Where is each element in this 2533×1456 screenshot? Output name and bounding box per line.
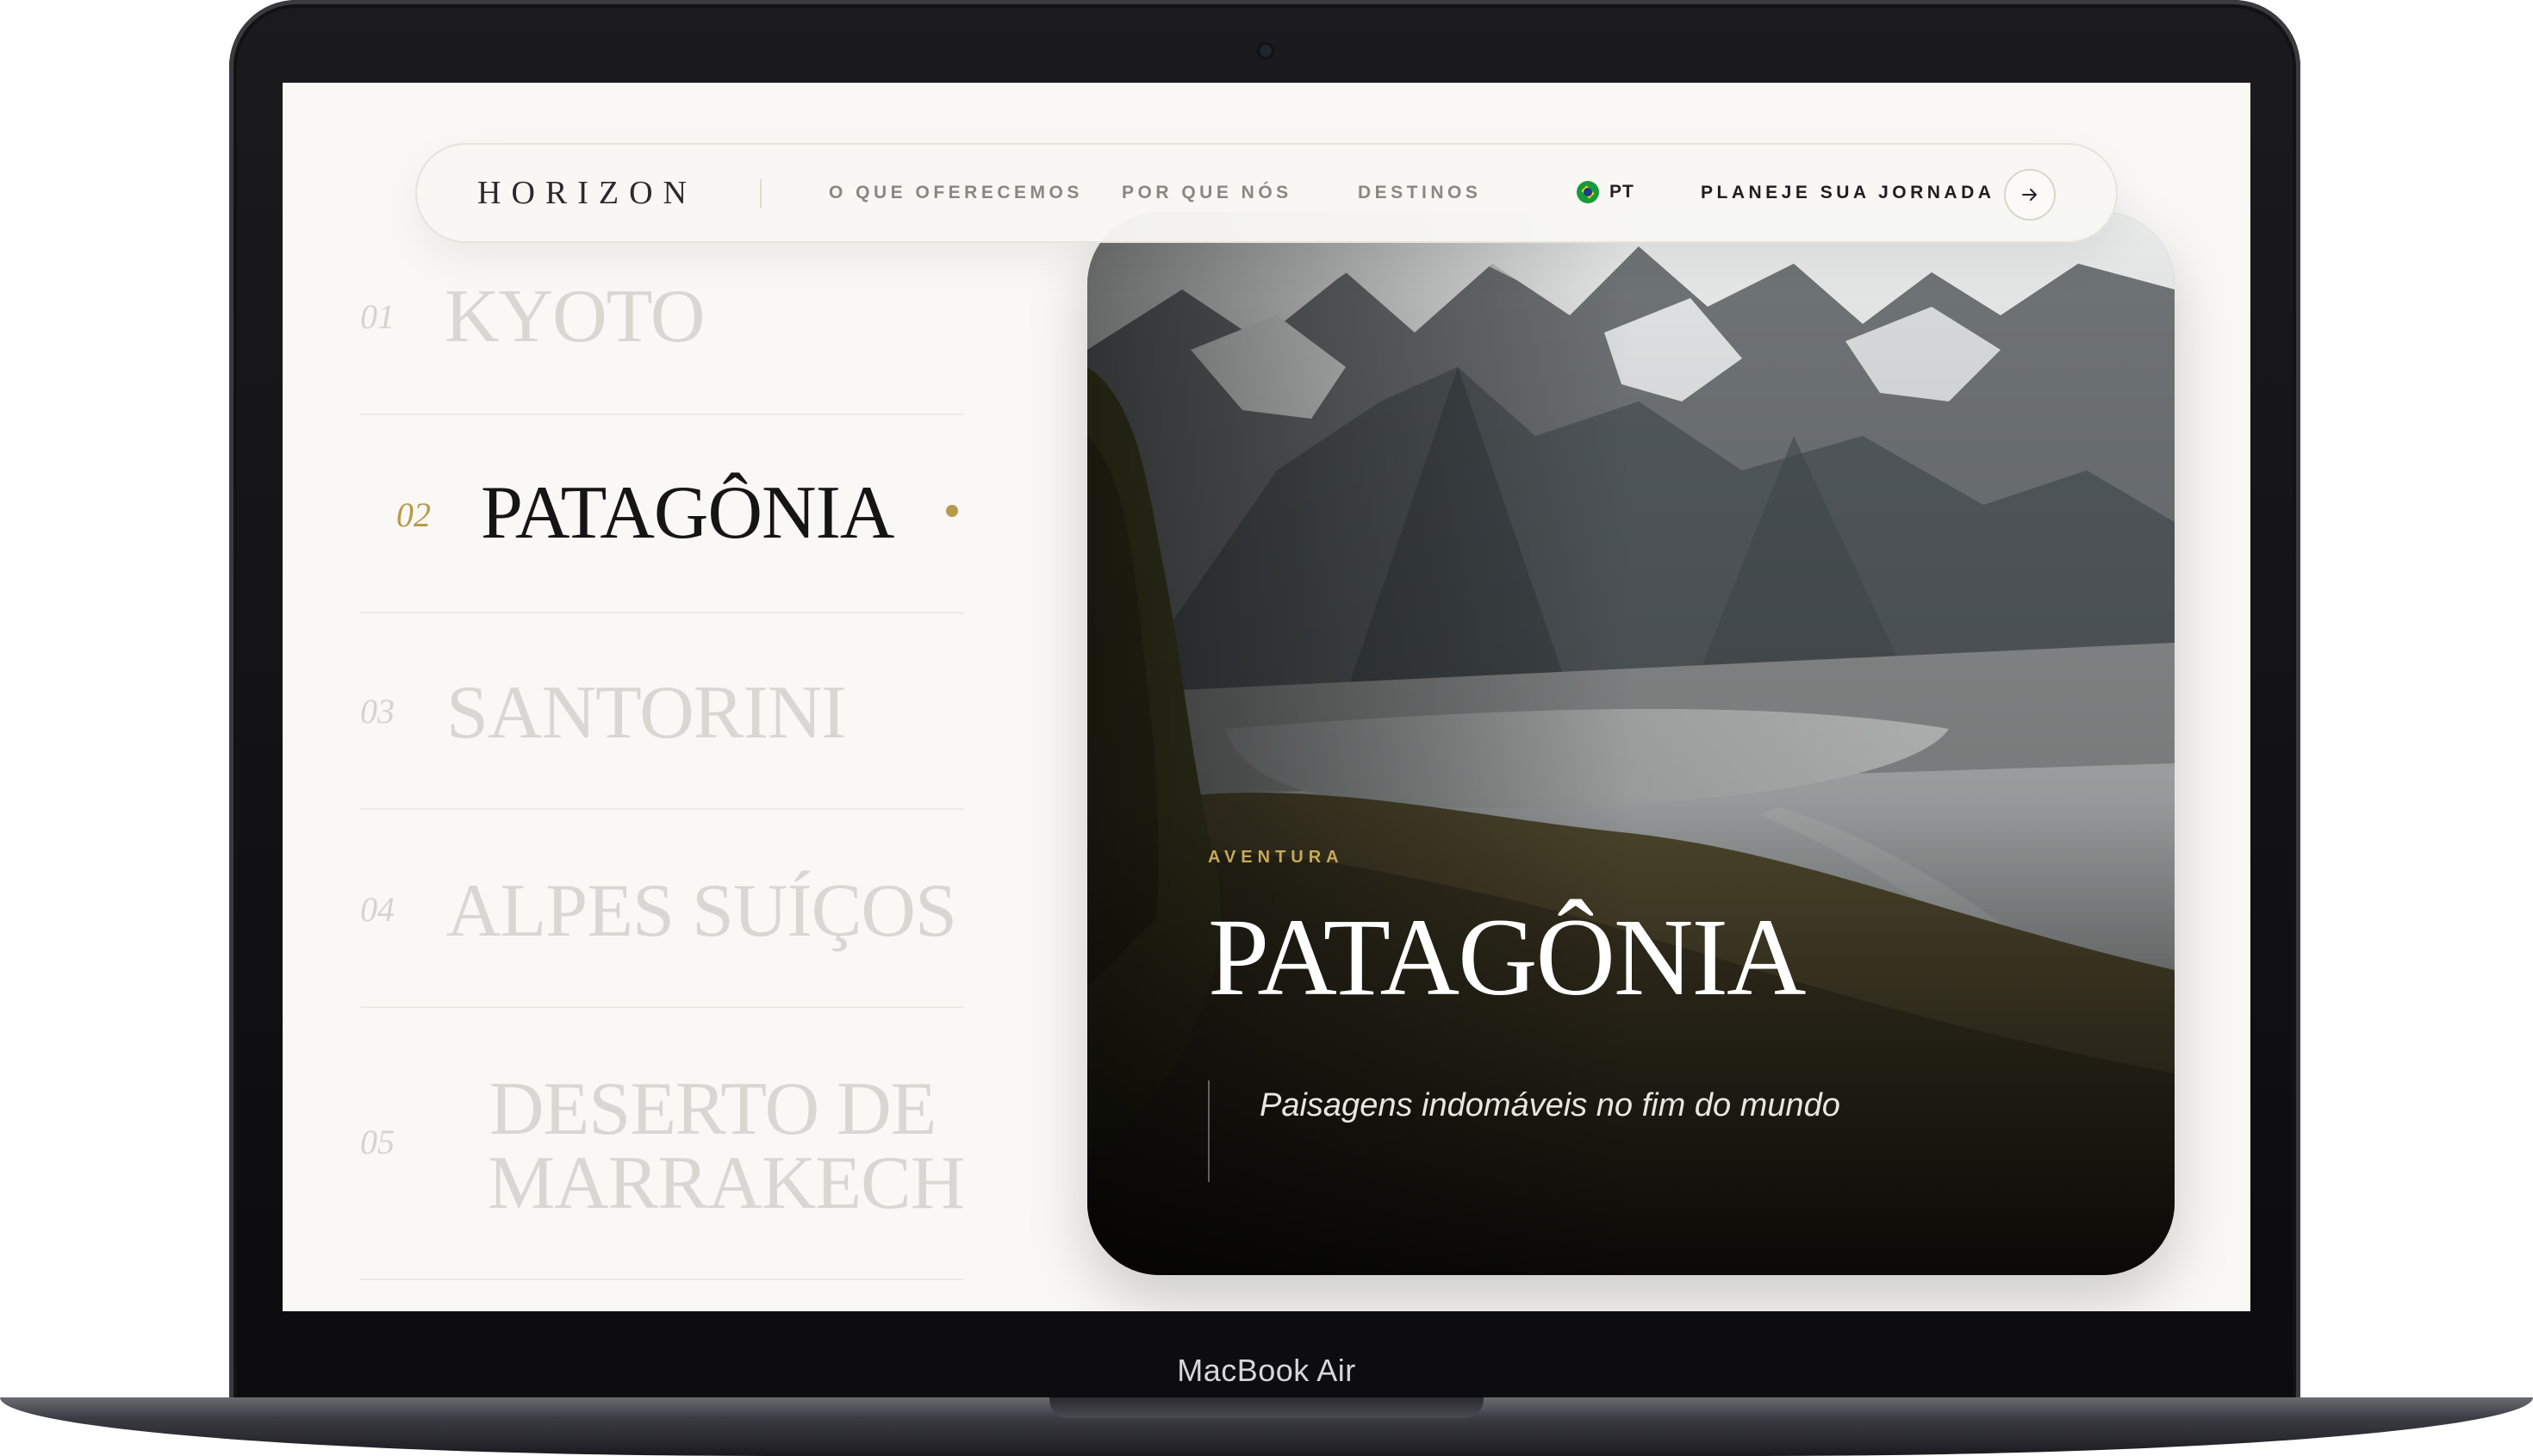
nav-divider <box>760 179 762 208</box>
hero-subtitle: Paisagens indomáveis no fim do mundo <box>1260 1087 1840 1123</box>
destination-name-line-1: DESERTO DE <box>489 1067 937 1151</box>
list-divider <box>360 1006 963 1008</box>
destination-number: 01 <box>360 297 395 336</box>
destination-number: 05 <box>360 1123 395 1161</box>
destination-name: ALPES SUÍÇOS <box>446 869 957 953</box>
destination-category: AVENTURA <box>1208 848 1344 867</box>
arrow-right-icon <box>2022 189 2037 201</box>
destination-name: PATAGÔNIA <box>481 471 894 555</box>
list-divider <box>360 612 963 613</box>
list-divider <box>360 414 963 415</box>
laptop-notch <box>1049 1397 1484 1418</box>
destination-number: 03 <box>360 692 395 731</box>
brand-logo[interactable]: HORIZON <box>477 174 697 212</box>
hero-title: PATAGÔNIA <box>1208 896 1806 1018</box>
website-screen: HORIZON O QUE OFERECEMOS POR QUE NÓS DES… <box>283 83 2250 1311</box>
brazil-flag-icon <box>1577 181 1599 203</box>
destination-number: 04 <box>360 890 395 929</box>
list-divider <box>360 1279 963 1280</box>
language-code: PT <box>1609 182 1634 202</box>
destination-number: 02 <box>396 495 431 534</box>
nav-link-destinos[interactable]: DESTINOS <box>1358 183 1481 203</box>
camera-icon <box>1260 45 1272 57</box>
language-selector[interactable]: PT <box>1577 177 1634 207</box>
destination-name: SANTORINI <box>446 671 847 755</box>
quote-bar <box>1208 1080 1210 1182</box>
destination-name-line-2: MARRAKECH <box>488 1142 965 1225</box>
destination-list: 01 KYOTO 02 PATAGÔNIA 03 SANTORINI 04 AL… <box>360 83 965 1311</box>
device-model-label: MacBook Air <box>1177 1353 1356 1388</box>
nav-link-por-que-nos[interactable]: POR QUE NÓS <box>1122 183 1292 203</box>
plan-journey-button[interactable] <box>2004 169 2056 221</box>
plan-journey-link[interactable]: PLANEJE SUA JORNADA <box>1701 183 1995 203</box>
navbar: HORIZON O QUE OFERECEMOS POR QUE NÓS DES… <box>415 143 2118 243</box>
list-divider <box>360 808 963 810</box>
active-indicator-dot <box>946 505 958 517</box>
nav-link-o-que-oferecemos[interactable]: O QUE OFERECEMOS <box>829 183 1083 203</box>
destination-hero-card[interactable]: AVENTURA PATAGÔNIA Paisagens indomáveis … <box>1087 212 2175 1275</box>
destination-name: KYOTO <box>445 275 705 358</box>
